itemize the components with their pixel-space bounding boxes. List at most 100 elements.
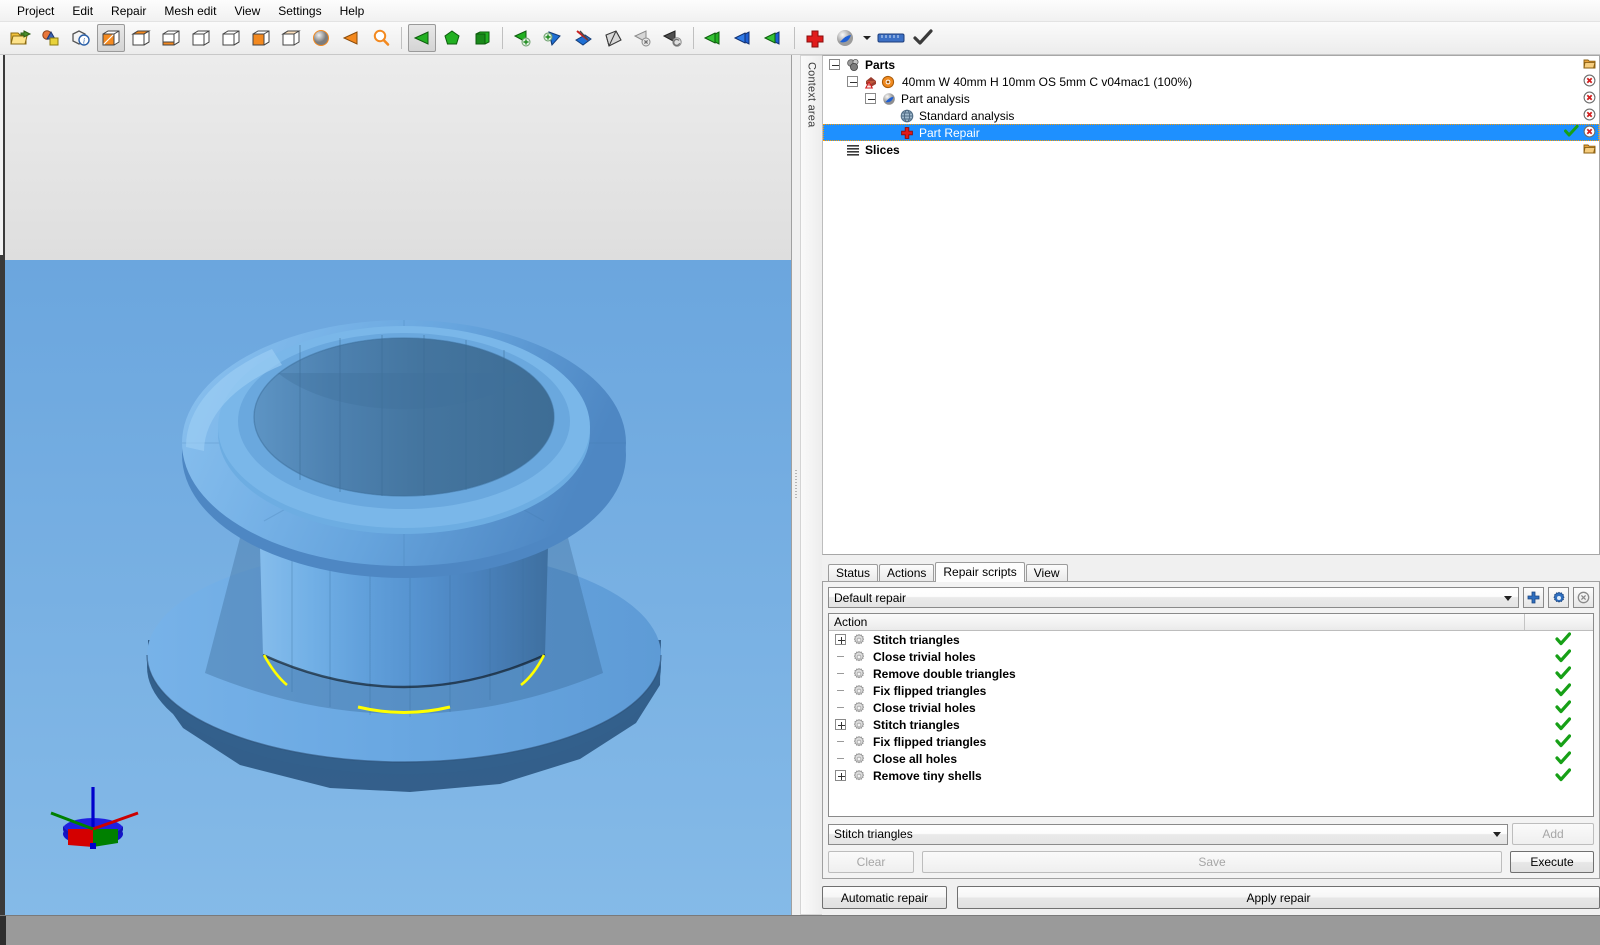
vertical-splitter[interactable]: [792, 55, 800, 915]
tree-row-part-repair[interactable]: Part Repair: [823, 124, 1599, 141]
select-triangle-icon[interactable]: [408, 24, 436, 52]
add-action-row: Stitch triangles Add: [828, 823, 1594, 845]
green-triangle-icon[interactable]: [700, 24, 728, 52]
tree-row[interactable]: Standard analysis: [823, 107, 1599, 124]
cut-mesh-icon[interactable]: [569, 24, 597, 52]
shell-gray-icon[interactable]: [599, 24, 627, 52]
menu-view[interactable]: View: [225, 2, 269, 20]
delete-script-button[interactable]: [1573, 587, 1594, 608]
action-row[interactable]: Remove double triangles: [829, 665, 1593, 682]
part-analysis-icon[interactable]: [831, 24, 859, 52]
view-left-icon[interactable]: [187, 24, 215, 52]
add-shell-icon[interactable]: [539, 24, 567, 52]
tab-repair-scripts[interactable]: Repair scripts: [935, 562, 1025, 582]
viewport-3d[interactable]: [0, 55, 792, 915]
greenblue-triangle-icon[interactable]: [760, 24, 788, 52]
measure-ruler-icon[interactable]: [875, 24, 907, 52]
select-polygon-icon[interactable]: [438, 24, 466, 52]
open-folder-icon[interactable]: [7, 24, 35, 52]
view-back-icon[interactable]: [247, 24, 275, 52]
delete-triangle-icon[interactable]: [629, 24, 657, 52]
action-row[interactable]: Close trivial holes: [829, 648, 1593, 665]
menu-help[interactable]: Help: [331, 2, 374, 20]
repair-scripts-panel: Default repair Action Stitch triangles C…: [822, 581, 1600, 879]
add-triangle-icon[interactable]: [509, 24, 537, 52]
menu-settings[interactable]: Settings: [269, 2, 330, 20]
tree-row-slices[interactable]: Slices: [823, 141, 1599, 158]
action-row[interactable]: Close trivial holes: [829, 699, 1593, 716]
action-expander[interactable]: [835, 770, 846, 781]
select-surface-icon[interactable]: [468, 24, 496, 52]
script-selector-row: Default repair: [828, 587, 1594, 608]
tree-expander-part-analysis[interactable]: [865, 93, 876, 104]
tree-row[interactable]: 40mm W 40mm H 10mm OS 5mm C v04mac1 (100…: [823, 73, 1599, 90]
viewport-canvas[interactable]: [0, 55, 791, 915]
tab-actions[interactable]: Actions: [879, 564, 935, 581]
action-row[interactable]: Fix flipped triangles: [829, 733, 1593, 750]
clear-button[interactable]: Clear: [828, 851, 914, 873]
execute-button[interactable]: Execute: [1510, 851, 1594, 873]
red-cross-repair-icon[interactable]: [801, 24, 829, 52]
action-expander[interactable]: [835, 634, 846, 645]
action-row[interactable]: Stitch triangles: [829, 716, 1593, 733]
part-info-icon[interactable]: i: [67, 24, 95, 52]
action-row[interactable]: Close all holes: [829, 750, 1593, 767]
view-top-icon[interactable]: [127, 24, 155, 52]
menu-mesh-edit[interactable]: Mesh edit: [155, 2, 225, 20]
green-check-icon: [1555, 666, 1572, 683]
gear-icon[interactable]: [1548, 587, 1569, 608]
action-row[interactable]: Stitch triangles: [829, 631, 1593, 648]
action-list-header: Action: [829, 614, 1593, 631]
column-header-action[interactable]: Action: [829, 614, 1525, 630]
add-script-button[interactable]: [1523, 587, 1544, 608]
save-button[interactable]: Save: [922, 851, 1502, 873]
import-part-icon[interactable]: [37, 24, 65, 52]
tab-view[interactable]: View: [1025, 564, 1068, 581]
green-check-icon: [1555, 768, 1572, 785]
column-header-status[interactable]: [1525, 614, 1593, 630]
tree-expander-parts[interactable]: [829, 59, 840, 70]
view-front-icon[interactable]: [157, 24, 185, 52]
tree-expander-part[interactable]: [847, 76, 858, 87]
blue-triangle-icon[interactable]: [730, 24, 758, 52]
automatic-repair-button[interactable]: Automatic repair: [822, 886, 947, 909]
gear-icon: [852, 701, 866, 715]
tree-row[interactable]: Part analysis: [823, 90, 1599, 107]
zoom-magnifier-icon[interactable]: [367, 24, 395, 52]
view-bottom-icon[interactable]: [277, 24, 305, 52]
tree-line: [835, 656, 846, 657]
remove-circle-icon[interactable]: [1583, 108, 1596, 124]
context-area-rail[interactable]: Context area: [800, 55, 822, 915]
folder-orange-icon[interactable]: [1583, 57, 1596, 73]
tree-row[interactable]: Parts: [823, 56, 1599, 73]
menu-project[interactable]: Project: [8, 2, 63, 20]
action-row[interactable]: Fix flipped triangles: [829, 682, 1593, 699]
checkmark-icon[interactable]: [909, 24, 937, 52]
script-combo[interactable]: Default repair: [828, 587, 1519, 608]
orange-triangle-icon[interactable]: [337, 24, 365, 52]
undo-triangle-icon[interactable]: [659, 24, 687, 52]
bottom-tab-panel: Status Actions Repair scripts View Defau…: [822, 555, 1600, 915]
parts-tree[interactable]: Parts 40mm W 40mm H 10mm OS 5mm C v04mac…: [822, 55, 1600, 555]
remove-circle-icon[interactable]: [1583, 74, 1596, 90]
tab-status[interactable]: Status: [828, 564, 879, 581]
view-shaded-icon[interactable]: [97, 24, 125, 52]
remove-circle-icon[interactable]: [1583, 125, 1596, 141]
action-list[interactable]: Action Stitch triangles Close trivial ho…: [828, 613, 1594, 817]
menu-edit[interactable]: Edit: [63, 2, 102, 20]
chevron-down-icon: [1504, 595, 1512, 601]
eye-visible-icon[interactable]: [881, 75, 895, 89]
menu-repair[interactable]: Repair: [102, 2, 155, 20]
folder-orange-icon[interactable]: [1583, 142, 1596, 158]
remove-circle-icon[interactable]: [1583, 91, 1596, 107]
globe-analysis-icon: [900, 109, 914, 123]
tree-line: [835, 758, 846, 759]
action-combo[interactable]: Stitch triangles: [828, 823, 1508, 845]
action-row[interactable]: Remove tiny shells: [829, 767, 1593, 784]
view-right-icon[interactable]: [217, 24, 245, 52]
render-sphere-icon[interactable]: [307, 24, 335, 52]
add-action-button[interactable]: Add: [1512, 823, 1594, 845]
apply-repair-button[interactable]: Apply repair: [957, 886, 1600, 909]
action-expander[interactable]: [835, 719, 846, 730]
dropdown-arrow-icon[interactable]: [861, 24, 873, 52]
